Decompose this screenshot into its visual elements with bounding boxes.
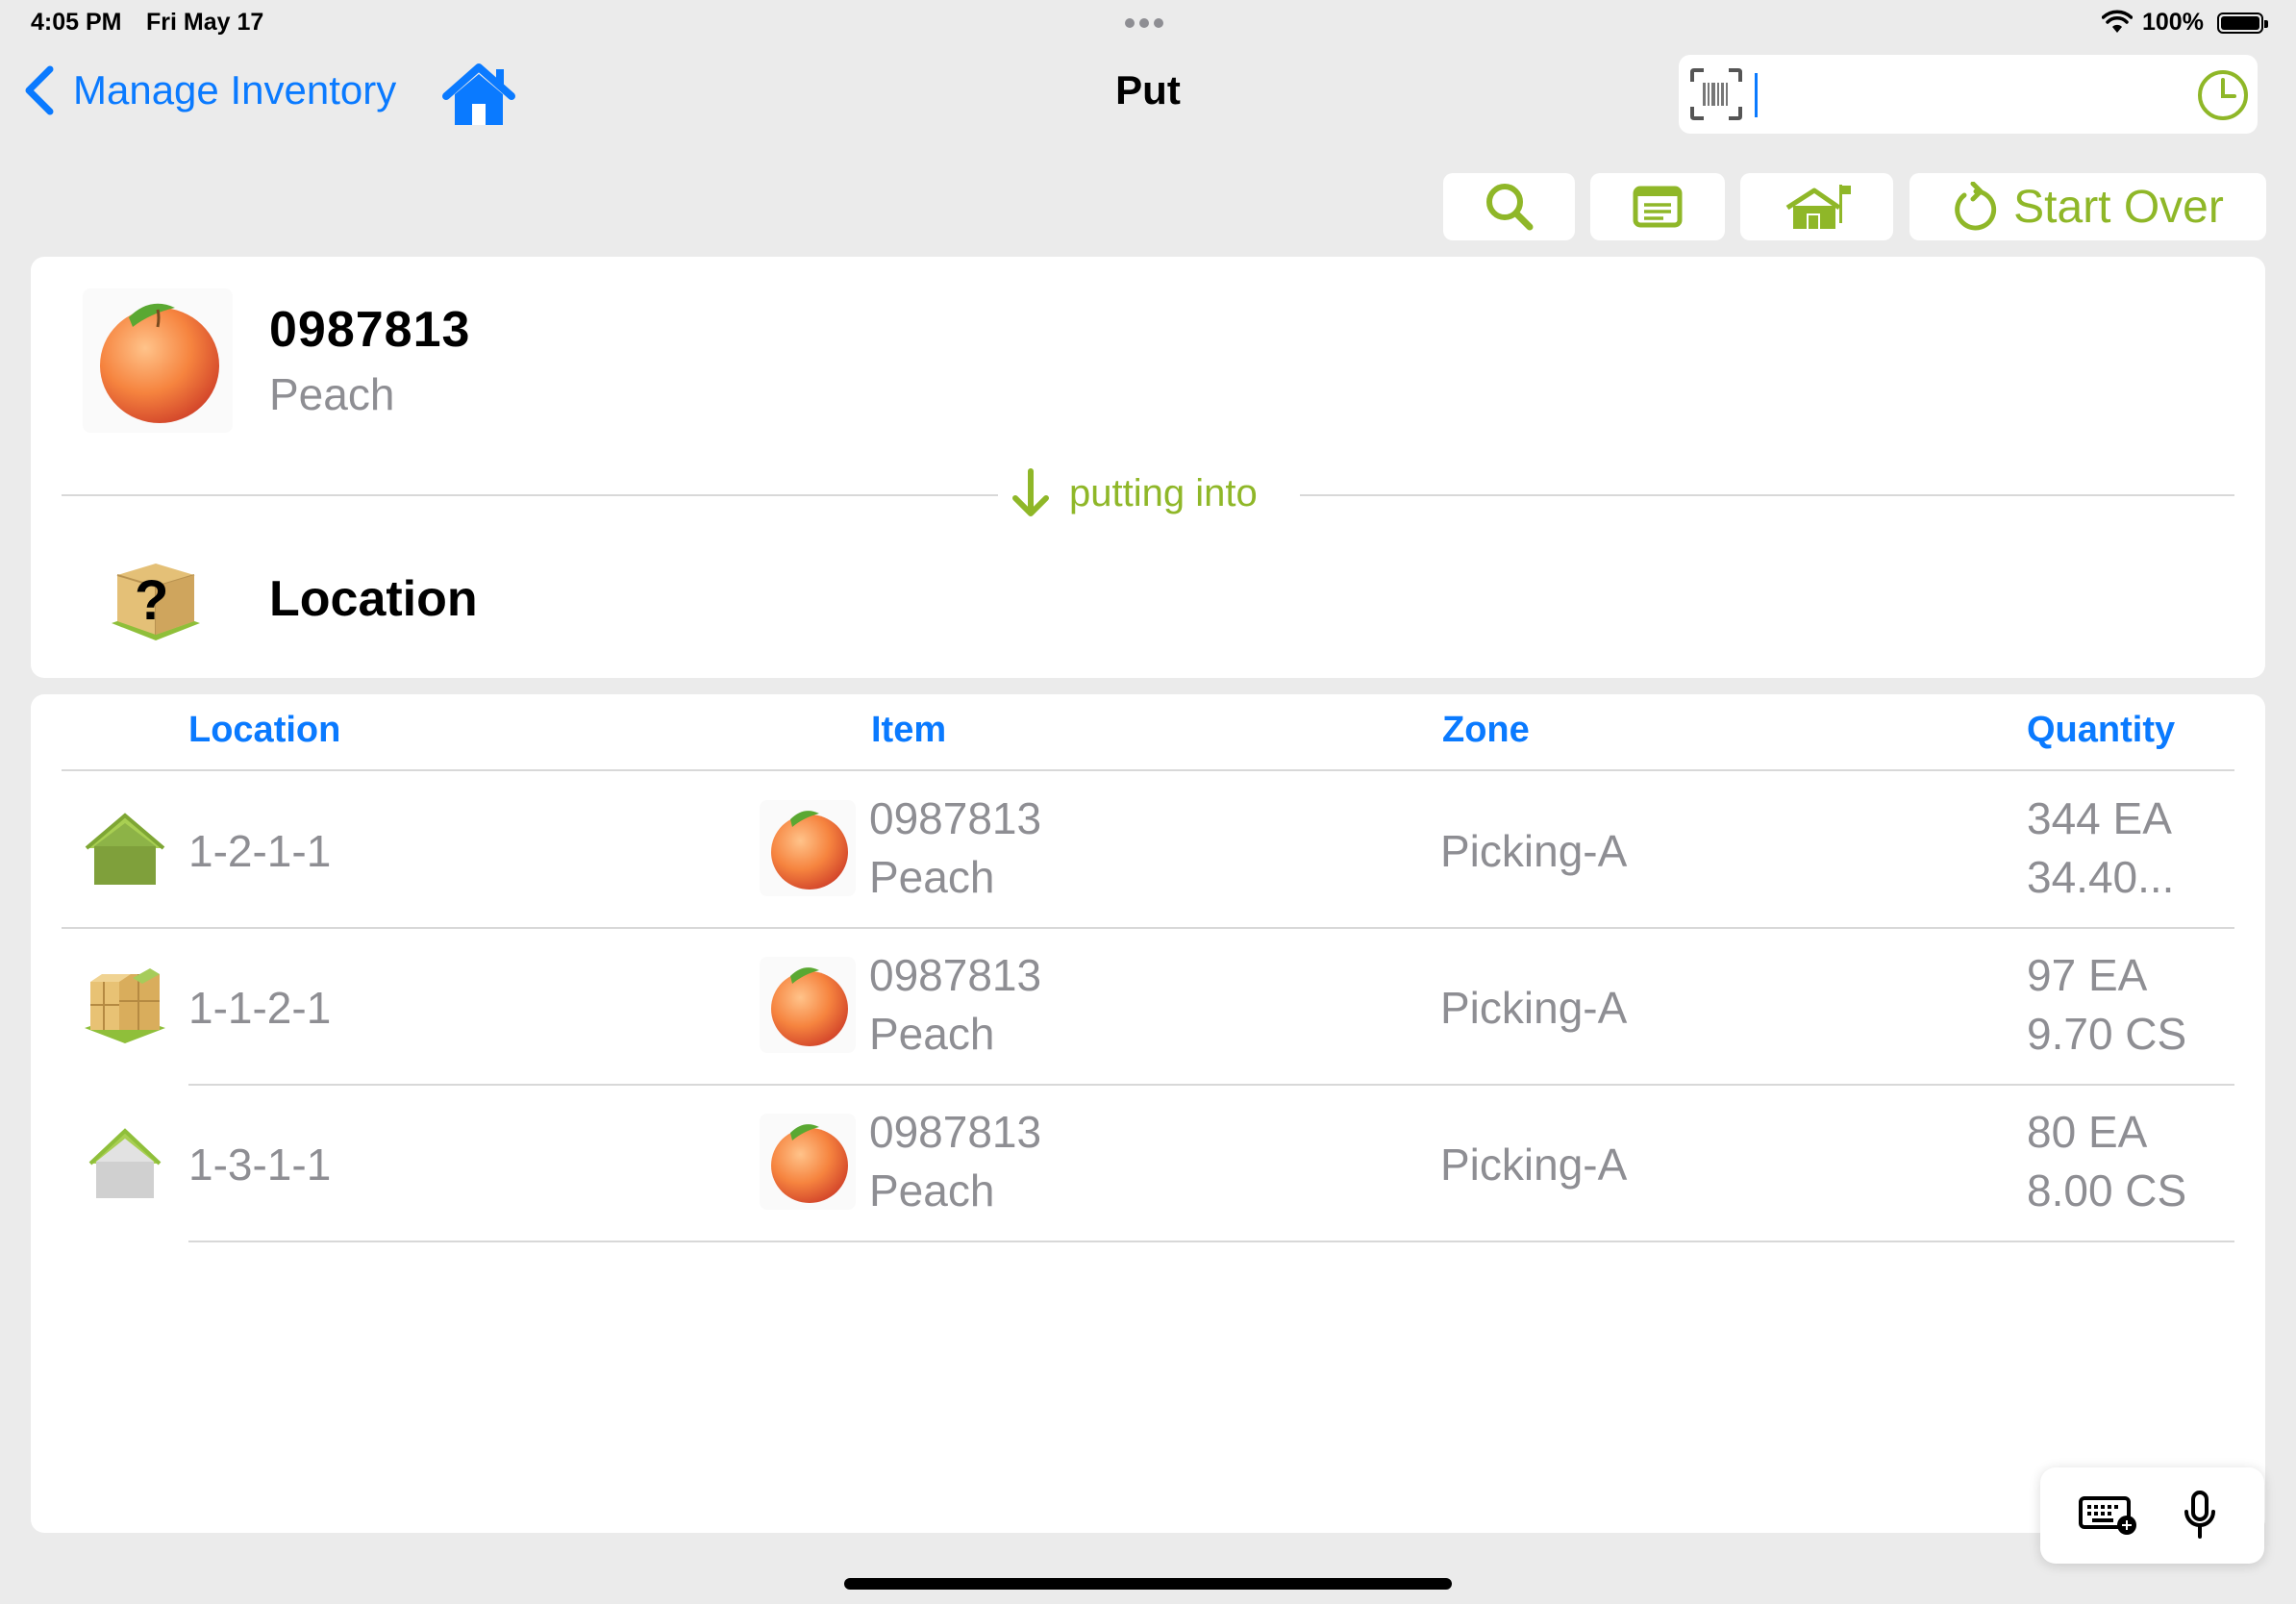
screen: 4:05 PM Fri May 17 100% Manage Inventory…	[0, 0, 2296, 1604]
row-location: 1-2-1-1	[188, 826, 332, 876]
row-item-name: Peach	[869, 852, 995, 902]
search-icon	[1485, 184, 1533, 231]
history-clock-icon[interactable]	[2196, 68, 2250, 122]
row-qty-each: 97 EA	[2027, 950, 2148, 1000]
row-qty-case: 34.40...	[2027, 852, 2175, 902]
scan-search-field[interactable]	[1679, 55, 2258, 134]
status-date: Fri May 17	[146, 9, 264, 36]
col-header-quantity[interactable]: Quantity	[2027, 710, 2175, 751]
arrow-down-icon	[1012, 468, 1049, 516]
wifi-icon	[2102, 10, 2133, 33]
table-row[interactable]: 1-3-1-1 0987813 Peach Picking-A 80 EA 8.…	[31, 1085, 2265, 1241]
peach-thumbnail	[760, 800, 856, 896]
row-qty-each: 344 EA	[2027, 793, 2172, 843]
product-name: Peach	[269, 369, 395, 419]
row-zone: Picking-A	[1440, 1140, 1628, 1190]
notes-icon	[1633, 186, 1683, 228]
row-item-code: 0987813	[869, 1107, 1042, 1157]
row-location: 1-3-1-1	[188, 1140, 332, 1190]
home-icon[interactable]	[440, 62, 517, 129]
row-qty-each: 80 EA	[2027, 1107, 2148, 1157]
search-button[interactable]	[1443, 173, 1575, 240]
row-divider	[188, 1241, 2234, 1242]
keyboard-icon[interactable]	[2079, 1494, 2138, 1535]
battery-percent: 100%	[2142, 9, 2204, 36]
unknown-location-box-icon[interactable]: ?	[108, 556, 204, 646]
divider-right	[1300, 494, 2234, 496]
location-title: Location	[269, 571, 478, 627]
text-caret	[1755, 73, 1758, 117]
status-bar: 4:05 PM Fri May 17 100%	[0, 0, 2296, 48]
peach-thumbnail	[760, 1114, 856, 1210]
microphone-icon[interactable]	[2183, 1491, 2217, 1541]
barcode-scan-icon[interactable]	[1688, 66, 1744, 122]
table-row[interactable]: 1-1-2-1 0987813 Peach Picking-A 97 EA 9.…	[31, 928, 2265, 1084]
product-code: 0987813	[269, 302, 471, 358]
notes-button[interactable]	[1590, 173, 1725, 240]
scan-input[interactable]	[1761, 68, 2165, 120]
home-indicator[interactable]	[844, 1578, 1452, 1590]
warehouse-flag-icon	[1785, 185, 1851, 229]
row-item-name: Peach	[869, 1009, 995, 1059]
boxes-icon	[85, 968, 165, 1043]
green-house-icon	[85, 813, 165, 885]
row-item-name: Peach	[869, 1165, 995, 1216]
svg-text:?: ?	[135, 569, 168, 632]
row-qty-case: 8.00 CS	[2027, 1165, 2187, 1216]
row-location: 1-1-2-1	[188, 983, 332, 1033]
battery-icon	[2217, 13, 2268, 34]
putting-into-indicator: putting into	[1010, 467, 1258, 519]
divider-left	[62, 494, 998, 496]
chevron-left-icon	[25, 65, 54, 115]
warehouse-button[interactable]	[1740, 173, 1893, 240]
col-header-zone[interactable]: Zone	[1442, 710, 1530, 751]
row-zone: Picking-A	[1440, 826, 1628, 876]
peach-thumbnail	[760, 957, 856, 1053]
start-over-label: Start Over	[2013, 181, 2224, 233]
back-label: Manage Inventory	[73, 67, 397, 113]
back-button[interactable]: Manage Inventory	[21, 63, 396, 117]
start-over-button[interactable]: Start Over	[1909, 173, 2266, 240]
col-header-location[interactable]: Location	[188, 710, 340, 751]
row-item-code: 0987813	[869, 793, 1042, 843]
restart-icon	[1955, 182, 1997, 231]
gray-house-icon	[88, 1128, 162, 1198]
table-row[interactable]: 1-2-1-1 0987813 Peach Picking-A 344 EA 3…	[31, 771, 2265, 927]
row-item-code: 0987813	[869, 950, 1042, 1000]
page-title: Put	[1115, 67, 1181, 113]
status-time: 4:05 PM	[31, 9, 122, 36]
row-qty-case: 9.70 CS	[2027, 1009, 2187, 1059]
col-header-item[interactable]: Item	[871, 710, 946, 751]
putting-into-label: putting into	[1069, 471, 1258, 514]
peach-image	[83, 288, 233, 433]
row-zone: Picking-A	[1440, 983, 1628, 1033]
keyboard-shortcut-bar	[2040, 1467, 2264, 1564]
multitasking-dots-icon[interactable]	[1125, 15, 1171, 28]
